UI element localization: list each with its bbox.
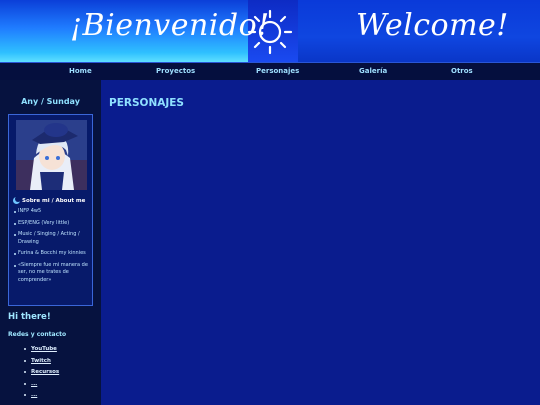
- social-heading: Redes y contacto: [8, 331, 67, 338]
- about-heading-label: Sobre mi / About me: [22, 197, 86, 204]
- avatar-illustration: [16, 120, 87, 190]
- nav-item-galeria[interactable]: Galería: [359, 67, 387, 75]
- list-item: Furina & Bocchi my kinnies: [14, 250, 92, 258]
- top-nav: Home Proyectos Personajes Galería Otros: [0, 62, 540, 80]
- nav-item-personajes[interactable]: Personajes: [256, 67, 299, 75]
- link-twitch[interactable]: Twitch: [24, 357, 59, 365]
- about-list: INFP 4w5 ESP/ENG (Very little) Music / S…: [14, 208, 92, 288]
- nav-item-otros[interactable]: Otros: [451, 67, 473, 75]
- link-placeholder[interactable]: ...: [24, 391, 59, 399]
- banner-title-spanish: ¡Bienvenido!: [70, 8, 270, 43]
- greeting-heading: Hi there!: [8, 312, 51, 322]
- crescent-moon-icon: [13, 196, 21, 204]
- list-item: ESP/ENG (Very little): [14, 220, 92, 228]
- header-banner: ¡Bienvenido! Welcome!: [0, 0, 540, 62]
- social-links: YouTube Twitch Recursos ... ...: [24, 345, 59, 403]
- page-title: PERSONAJES: [109, 97, 184, 109]
- list-item: INFP 4w5: [14, 208, 92, 216]
- page: ¡Bienvenido! Welcome! Home Proyectos Per…: [0, 0, 540, 405]
- about-heading: Sobre mi / About me: [13, 196, 86, 204]
- sun-icon: [247, 9, 293, 55]
- nav-item-home[interactable]: Home: [69, 67, 92, 75]
- list-item: «Siempre fue mi manera de ser, no me tra…: [14, 262, 92, 285]
- banner-title-english: Welcome!: [356, 8, 509, 43]
- main-content: PERSONAJES: [101, 80, 540, 405]
- avatar: [16, 120, 87, 190]
- nav-item-proyectos[interactable]: Proyectos: [156, 67, 195, 75]
- profile-card: Sobre mi / About me INFP 4w5 ESP/ENG (Ve…: [8, 114, 93, 306]
- sidebar: Any / Sunday Sobre mi / About me INFP 4w…: [0, 80, 101, 405]
- link-placeholder[interactable]: ...: [24, 380, 59, 388]
- sidebar-title: Any / Sunday: [21, 97, 80, 106]
- list-item: Music / Singing / Acting / Drawing: [14, 231, 92, 246]
- link-recursos[interactable]: Recursos: [24, 368, 59, 376]
- link-youtube[interactable]: YouTube: [24, 345, 59, 353]
